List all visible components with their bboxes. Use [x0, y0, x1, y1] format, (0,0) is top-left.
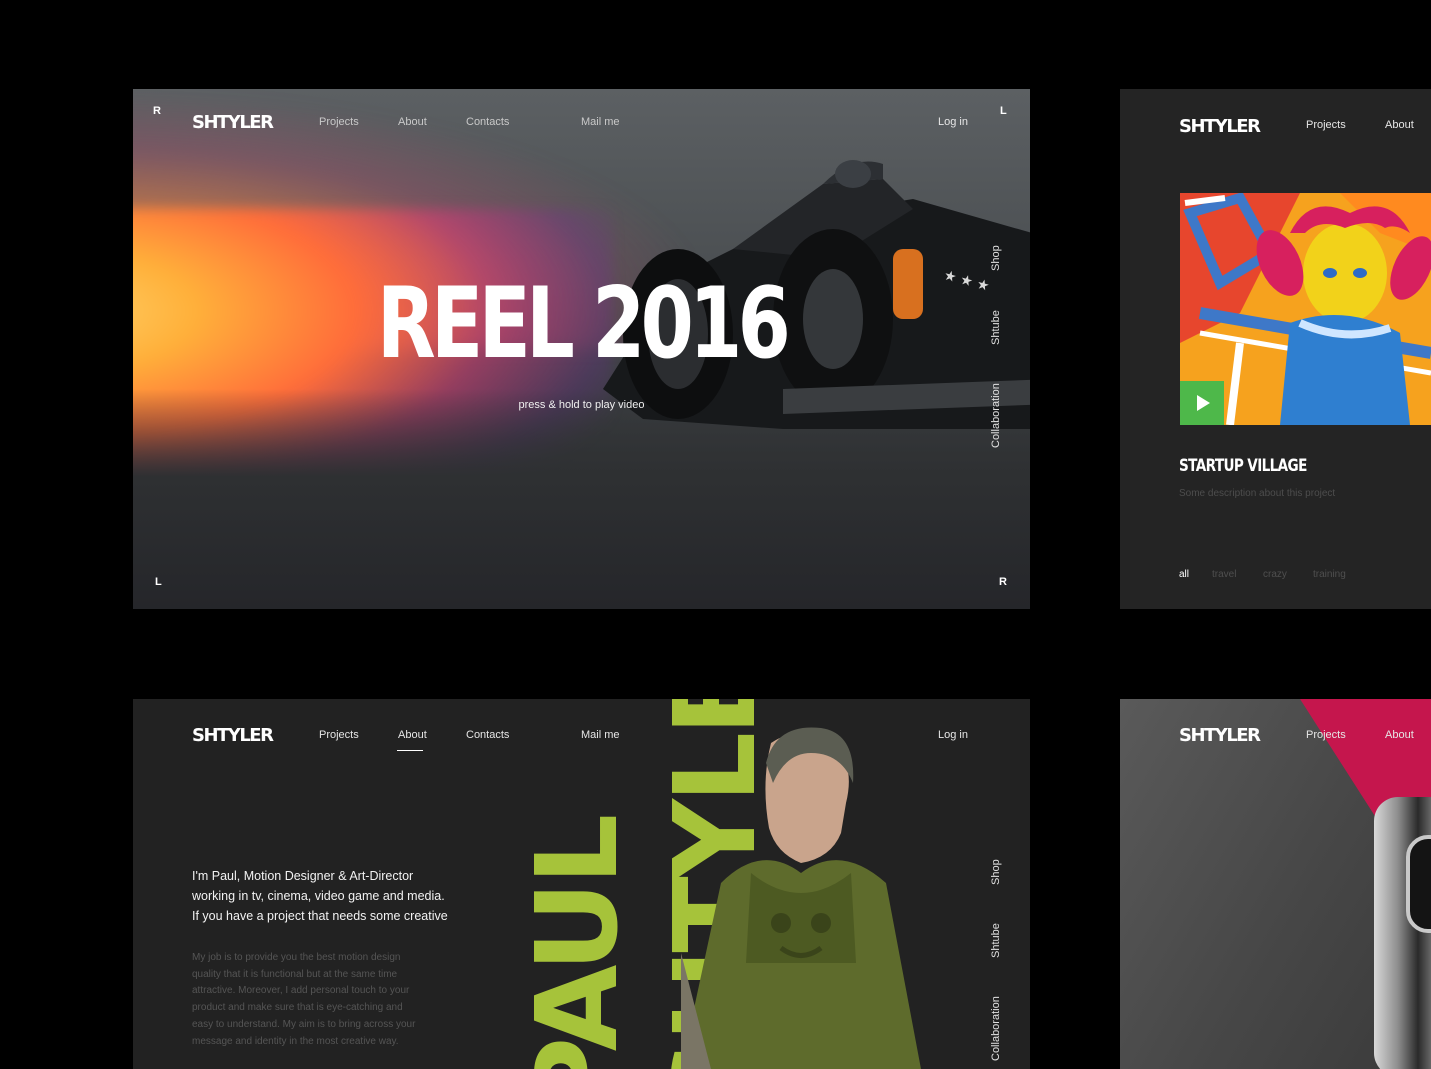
- big-name-paul: PAUL: [513, 817, 643, 1069]
- nav-mail-me[interactable]: Mail me: [581, 729, 620, 741]
- filter-all[interactable]: all: [1179, 569, 1189, 580]
- reel-title: REEL 2016: [376, 267, 791, 381]
- filter-travel[interactable]: travel: [1212, 569, 1236, 580]
- nav-projects[interactable]: Projects: [1306, 119, 1346, 131]
- body-line: My job is to provide you the best motion…: [192, 952, 401, 963]
- filter-training[interactable]: training: [1313, 569, 1346, 580]
- shtyler-logo[interactable]: SHTYLER: [1179, 725, 1261, 746]
- intro-line: If you have a project that needs some cr…: [192, 909, 448, 923]
- corner-mark-top-right: L: [1000, 105, 1007, 117]
- side-nav-shop[interactable]: Shop: [990, 245, 1002, 271]
- side-nav-shtube[interactable]: Shtube: [990, 923, 1002, 958]
- reel-card: ★ ★ ★ R L L R SHTYLER Projects About Con…: [133, 89, 1030, 609]
- about-card: SHTYLER Projects About Contacts Mail me …: [133, 699, 1030, 1069]
- filter-crazy[interactable]: crazy: [1263, 569, 1287, 580]
- corner-mark-bottom-left: L: [155, 576, 162, 588]
- nav-about[interactable]: About: [398, 729, 427, 741]
- intro-line: I'm Paul, Motion Designer & Art-Director: [192, 869, 414, 883]
- intro-line: working in tv, cinema, video game and me…: [192, 889, 445, 903]
- nav-projects[interactable]: Projects: [319, 729, 359, 741]
- body-line: attractive. Moreover, I add personal tou…: [192, 985, 410, 997]
- body-line: easy to understand. My aim is to bring a…: [192, 1018, 416, 1030]
- nav-projects[interactable]: Projects: [1306, 729, 1346, 741]
- project-title[interactable]: STARTUP VILLAGE: [1179, 456, 1307, 476]
- body-line: message and identity in the most creativ…: [192, 1035, 399, 1047]
- side-nav-shop[interactable]: Shop: [990, 859, 1002, 885]
- nav-about[interactable]: About: [1385, 729, 1414, 741]
- play-icon[interactable]: [1180, 381, 1224, 425]
- shtyler-logo[interactable]: SHTYLER: [192, 725, 274, 746]
- nav-contacts[interactable]: Contacts: [466, 116, 509, 128]
- play-video-hint[interactable]: press & hold to play video: [133, 399, 1030, 411]
- side-nav-shtube[interactable]: Shtube: [990, 310, 1002, 345]
- side-nav-collaboration[interactable]: Collaboration: [990, 996, 1002, 1061]
- project-card: SHTYLER Projects About STARTUP VILLAGE S…: [1120, 89, 1431, 609]
- project-description: Some description about this project: [1179, 488, 1336, 499]
- corner-mark-bottom-right: R: [999, 576, 1007, 588]
- nav-log-in[interactable]: Log in: [938, 116, 968, 128]
- nav-about[interactable]: About: [398, 116, 427, 128]
- body-line: product and make sure that is eye-catchi…: [192, 1002, 403, 1014]
- side-nav-collaboration[interactable]: Collaboration: [990, 383, 1002, 448]
- corner-mark-top-left: R: [153, 105, 161, 117]
- nav-contacts[interactable]: Contacts: [466, 729, 509, 741]
- nav-mail-me[interactable]: Mail me: [581, 116, 620, 128]
- device-lens: [1406, 835, 1431, 933]
- nav-log-in[interactable]: Log in: [938, 729, 968, 741]
- project-illustration[interactable]: [1180, 193, 1431, 425]
- shtyler-logo[interactable]: SHTYLER: [192, 112, 274, 133]
- about-body-text: My job is to provide you the best motion…: [192, 950, 492, 1050]
- product-card: SHTYLER Projects About: [1120, 699, 1431, 1069]
- nav-projects[interactable]: Projects: [319, 116, 359, 128]
- body-line: quality that it is functional but at the…: [192, 968, 398, 980]
- nav-about[interactable]: About: [1385, 119, 1414, 131]
- shtyler-logo[interactable]: SHTYLER: [1179, 116, 1261, 137]
- intro-text: I'm Paul, Motion Designer & Art-Director…: [192, 866, 502, 926]
- active-nav-underline: [397, 750, 423, 751]
- portrait-photo: [681, 727, 921, 1069]
